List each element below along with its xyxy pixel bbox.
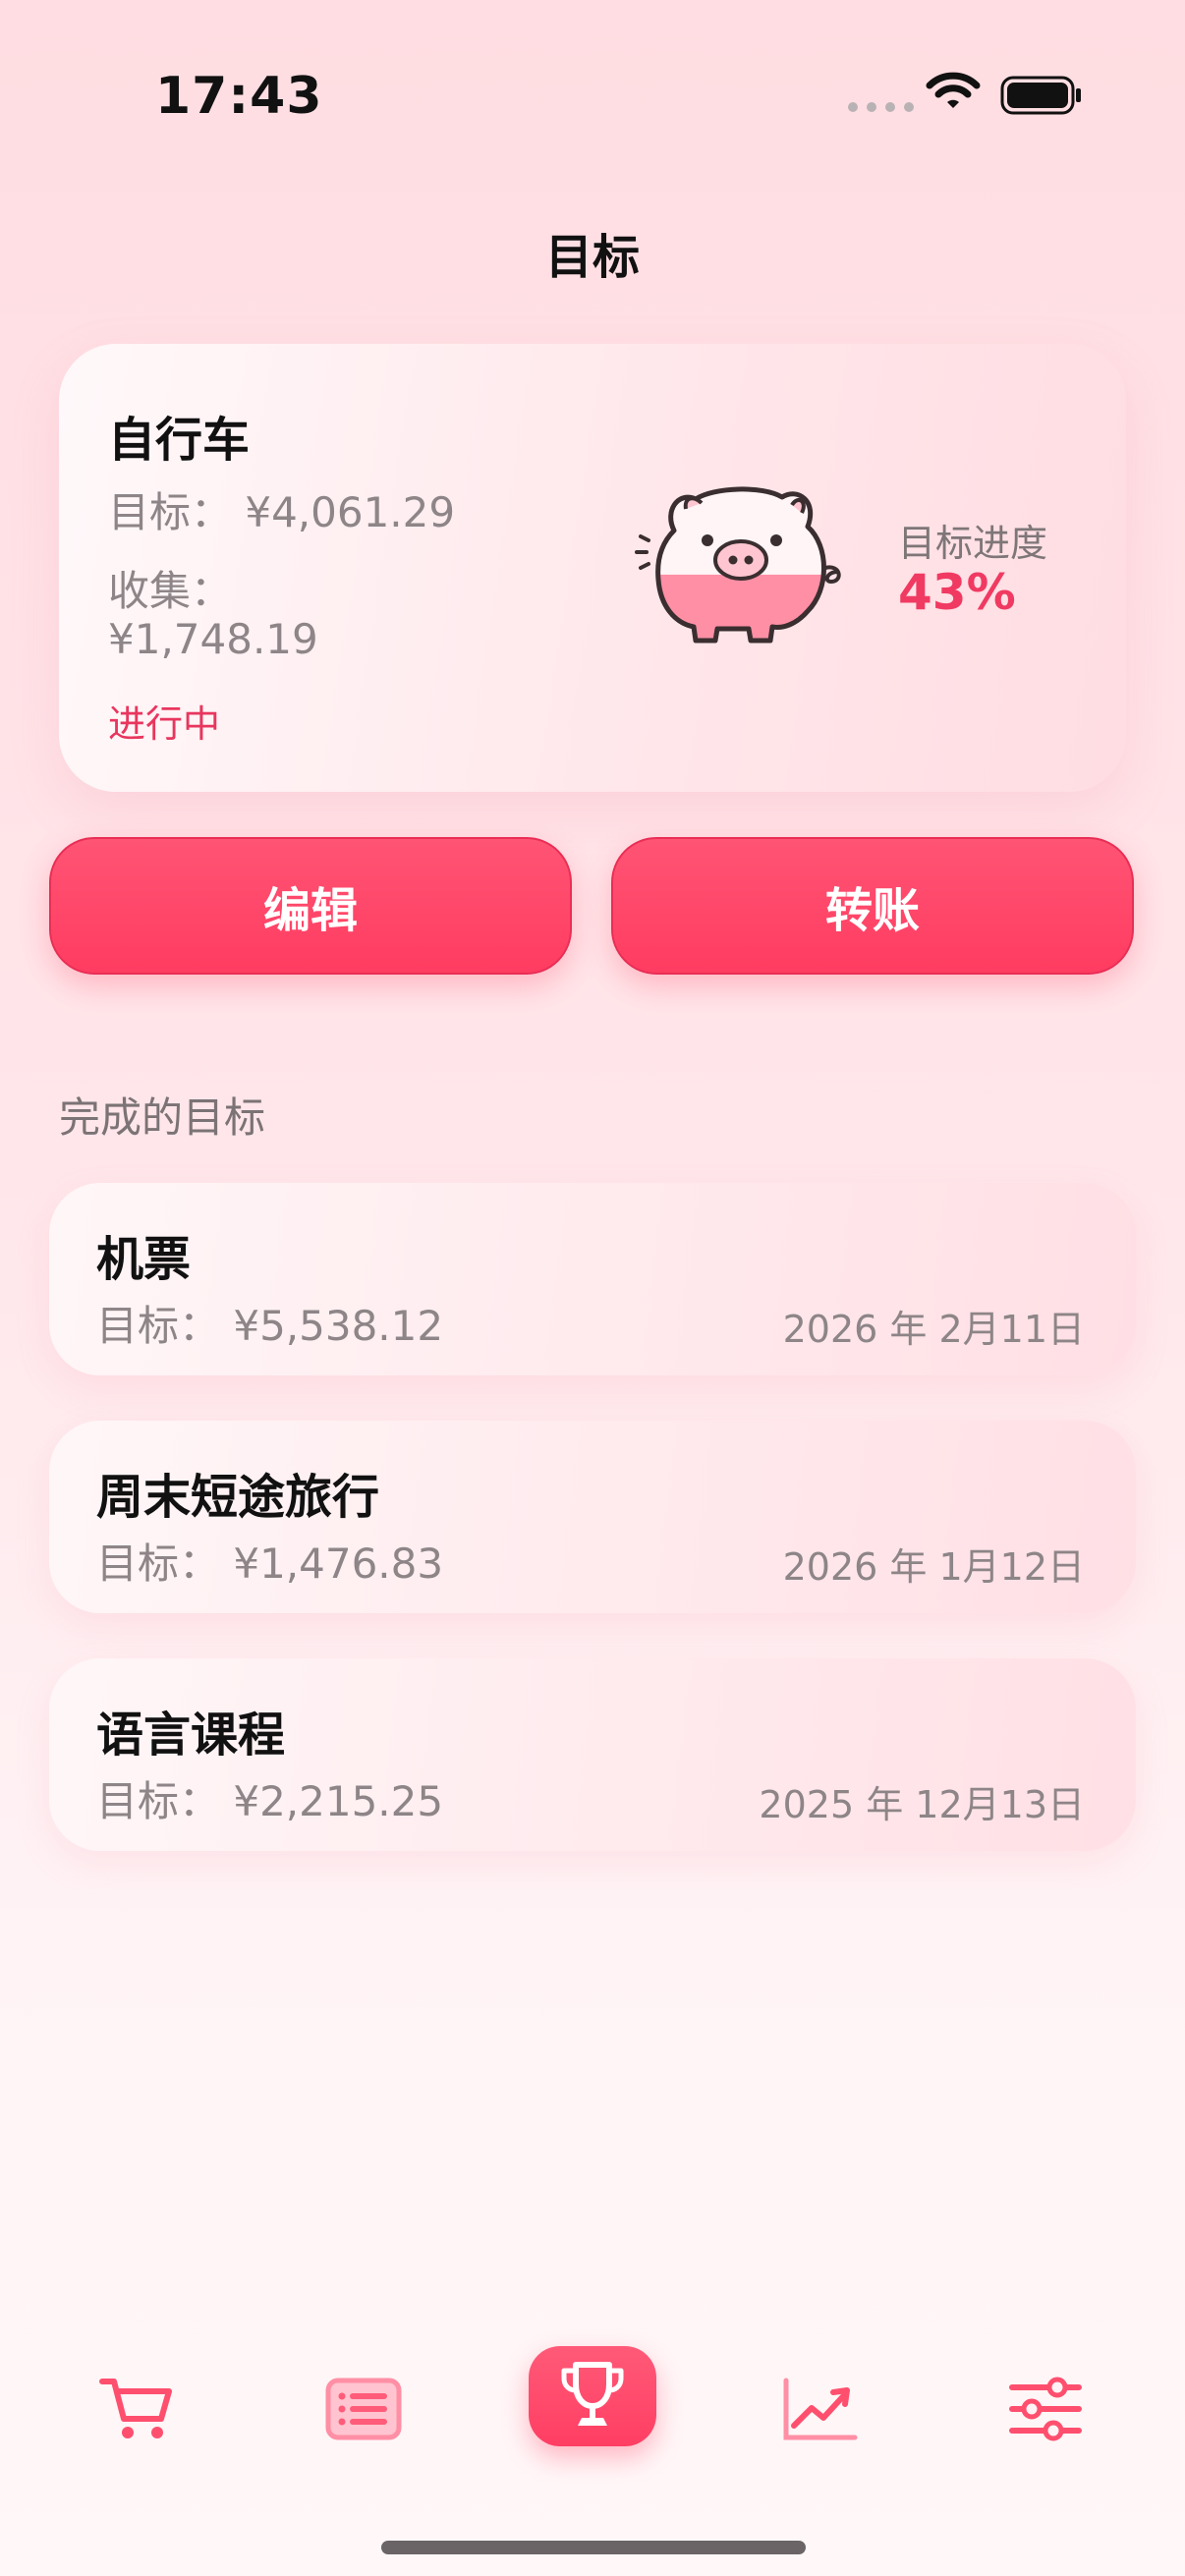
- cellular-dots-icon: [848, 102, 914, 112]
- tab-shop[interactable]: [94, 2370, 181, 2448]
- completed-goal-date: 2025 年 12月13日: [759, 1783, 1085, 1826]
- completed-goal-name: 周末短途旅行: [96, 1470, 380, 1525]
- completed-section-title: 完成的目标: [59, 1093, 266, 1142]
- sliders-icon: [1009, 2377, 1082, 2441]
- current-goal-card[interactable]: 自行车 目标： ¥4,061.29 收集： ¥1,748.19 进行中 目标进度…: [59, 344, 1126, 792]
- chart-icon: [783, 2378, 858, 2440]
- piggy-bank-icon: [635, 486, 841, 644]
- edit-button[interactable]: 编辑: [49, 837, 572, 975]
- goal-collected-value: ¥1,748.19: [108, 615, 318, 663]
- home-indicator[interactable]: [381, 2541, 806, 2554]
- status-time: 17:43: [155, 67, 323, 126]
- completed-goal-card[interactable]: 周末短途旅行 目标： ¥1,476.83 2026 年 1月12日: [49, 1421, 1136, 1613]
- tab-settings[interactable]: [1002, 2370, 1089, 2448]
- progress-value: 43%: [898, 564, 1016, 621]
- list-icon: [325, 2378, 402, 2440]
- completed-goal-card[interactable]: 语言课程 目标： ¥2,215.25 2025 年 12月13日: [49, 1658, 1136, 1851]
- transfer-button-label: 转账: [824, 883, 920, 938]
- goal-status: 进行中: [108, 702, 221, 746]
- progress-label: 目标进度: [898, 522, 1048, 565]
- status-bar: 17:43: [0, 0, 1185, 177]
- completed-goal-target: 目标： ¥5,538.12: [96, 1302, 444, 1350]
- transfer-button[interactable]: 转账: [611, 837, 1134, 975]
- page-title: 目标: [544, 230, 640, 285]
- completed-goal-date: 2026 年 1月12日: [782, 1545, 1085, 1589]
- completed-goal-name: 机票: [96, 1232, 192, 1287]
- tab-stats[interactable]: [776, 2370, 863, 2448]
- cart-icon: [99, 2379, 172, 2438]
- completed-goal-target: 目标： ¥2,215.25: [96, 1777, 444, 1825]
- goal-target: 目标： ¥4,061.29: [108, 488, 456, 536]
- edit-button-label: 编辑: [262, 883, 358, 938]
- completed-goal-card[interactable]: 机票 目标： ¥5,538.12 2026 年 2月11日: [49, 1183, 1136, 1375]
- battery-icon: [1000, 76, 1081, 115]
- tab-goals[interactable]: [529, 2346, 656, 2446]
- wifi-icon: [926, 72, 981, 108]
- goal-name: 自行车: [108, 413, 251, 468]
- trophy-icon: [561, 2362, 624, 2426]
- completed-goal-name: 语言课程: [96, 1708, 286, 1763]
- goal-collected-label: 收集：: [108, 567, 233, 615]
- tab-list[interactable]: [320, 2370, 407, 2448]
- completed-goal-target: 目标： ¥1,476.83: [96, 1540, 444, 1588]
- completed-goal-date: 2026 年 2月11日: [782, 1308, 1085, 1351]
